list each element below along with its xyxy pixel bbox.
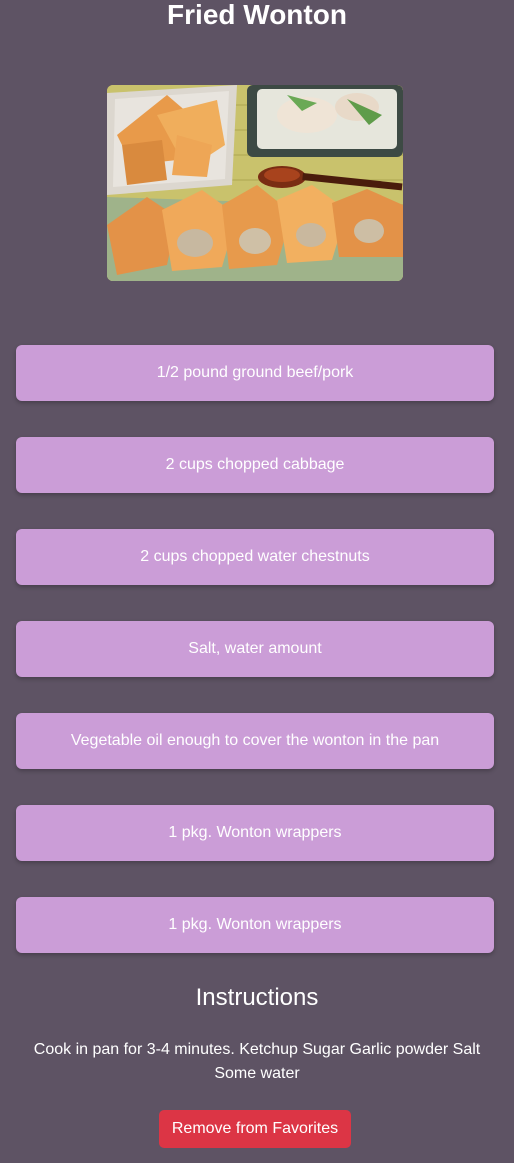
ingredient-item[interactable]: 1 pkg. Wonton wrappers — [16, 805, 494, 861]
instructions-text: Cook in pan for 3-4 minutes. Ketchup Sug… — [33, 1041, 481, 1082]
instructions-heading: Instructions — [195, 984, 319, 1011]
ingredient-item[interactable]: 1/2 pound ground beef/pork — [16, 345, 494, 401]
recipe-title: Fried Wonton — [167, 0, 347, 30]
ingredient-item[interactable]: 2 cups chopped water chestnuts — [16, 529, 494, 585]
ingredient-item[interactable]: Salt, water amount — [16, 621, 494, 677]
recipe-photo — [107, 85, 403, 281]
ingredient-item[interactable]: Vegetable oil enough to cover the wonton… — [16, 713, 494, 769]
remove-from-favorites-button[interactable]: Remove from Favorites — [159, 1110, 351, 1148]
recipe-page: Fried Wonton 1/2 pound ground beef/pork … — [0, 0, 514, 1163]
ingredient-item[interactable]: 2 cups chopped cabbage — [16, 437, 494, 493]
ingredient-list: 1/2 pound ground beef/pork 2 cups choppe… — [16, 345, 494, 989]
ingredient-item[interactable]: 1 pkg. Wonton wrappers — [16, 897, 494, 953]
